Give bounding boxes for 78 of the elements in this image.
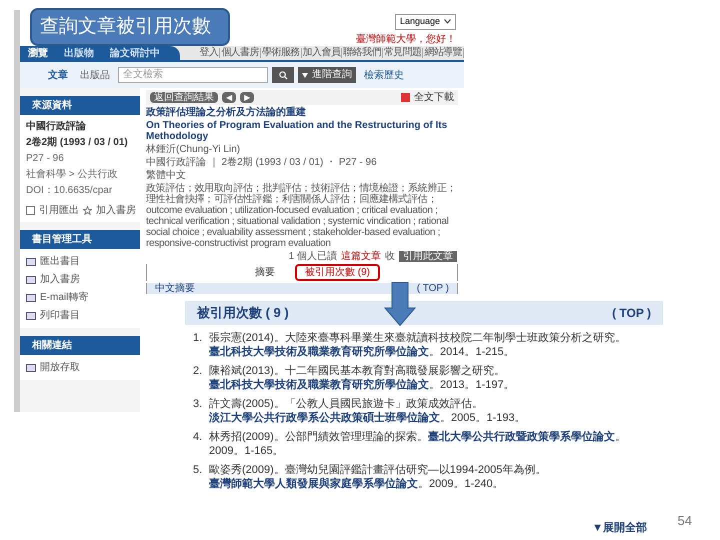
source-detail: DOI：10.6635/cpar [26, 184, 114, 198]
abstract-title: 中文摘要 [155, 283, 195, 294]
top-link[interactable]: 聯絡我們 [342, 48, 383, 58]
content-tab[interactable]: 被引用次數 (9) [295, 264, 380, 281]
citation-text: 許文壽(2005)。「公教人員國民旅遊卡」政策成效評估。 淡江大學公共行政學系公共政策碩士班學位論文。2005。1-193。 [209, 397, 527, 425]
cite-button[interactable]: 引用此文章 [399, 251, 457, 262]
citation-source-link[interactable]: 臺灣師範大學人類發展與家庭學系學位論文 [209, 478, 418, 490]
citation-number: 4. [193, 430, 204, 445]
pdf-icon [401, 93, 410, 102]
previous-button[interactable]: ◀ [222, 92, 236, 103]
welcome-text: 臺灣師範大學，您好！ [356, 32, 456, 46]
citation-source-link[interactable]: 臺北大學公共行政暨政策學系學位論文 [428, 431, 615, 443]
citation-text: 林秀招(2009)。公部門績效管理理論的探索。臺北大學公共行政暨政策學系學位論文。2009。1-165。 [209, 430, 627, 458]
scope-tab[interactable]: 文章 [44, 68, 72, 82]
panel-title: 來源資料 [20, 96, 140, 115]
top-link[interactable]: 登入 [198, 48, 220, 58]
top-link[interactable]: ( TOP ) [612, 304, 651, 322]
citation-source-link[interactable]: 臺北科技大學技術及職業教育研究所學位論文 [209, 379, 429, 391]
panel-title: 相關連結 [20, 336, 140, 355]
tool-icon [26, 364, 36, 372]
content-tab[interactable]: 摘要 [247, 266, 283, 279]
document-icon [26, 206, 35, 215]
search-icon [278, 70, 288, 80]
next-button[interactable]: ▶ [240, 92, 254, 103]
top-link[interactable]: 常見問題 [382, 48, 424, 58]
citation-text: 張宗憲(2014)。大陸來臺專科畢業生來臺就讀科技校院二年制學士班政策分析之研究。 臺北科技大學技術及職業教育研究所學位論文。2014。1-215。 [209, 331, 627, 359]
citation-source-link[interactable]: 淡江大學公共行政學系公共政策碩士班學位論文 [209, 412, 440, 424]
source-text: 中國行政評論 ｜ 2卷2期 (1993 / 03 / 01) ・ P27 - 96 [146, 157, 378, 168]
top-link[interactable]: ( TOP ) [416, 283, 449, 294]
author-text: 林鍾沂(Chung-Yi Lin) [146, 144, 242, 155]
download-link[interactable]: 全文下載 [401, 92, 454, 103]
panel-title: 書目管理工具 [20, 230, 140, 249]
tool-link[interactable]: 匯出書目 [26, 253, 134, 270]
citation-number: 3. [193, 397, 204, 412]
citation-source-link[interactable]: 臺北科技大學技術及職業教育研究所學位論文 [209, 346, 429, 358]
top-link[interactable]: 學術服務 [260, 48, 302, 58]
language-text: 繁體中文 [146, 170, 187, 181]
language-select[interactable]: Language [394, 14, 456, 30]
citation-number: 5. [193, 463, 204, 478]
slide-title: 查詢文章被引用次數 [30, 8, 230, 46]
source-detail: 中國行政評論 [26, 120, 87, 134]
article-title-english: On Theories of Program Evaluation and the Restructuring of Its Methodology [146, 120, 448, 142]
tool-link[interactable]: 列印書目 [26, 307, 134, 324]
keywords-text: 政策評估；效用取向評估；批判評估；技術評估；情境檢證；系統辨正；理性社會抉擇；可評估性評鑑；利害關係人評估；回應建構式評估；outcome evaluation ; utilization-focused evaluation ; critical evaluation ; technical verification ; situational validation ; systemic vindication ; rational social choice ; evaluability assessment ; stakeholder-based evaluation ; responsive-constructivist program evaluation [146, 183, 458, 249]
source-detail: 社會科學 > 公共行政 [26, 168, 118, 182]
source-detail: 2卷2期 (1993 / 03 / 01) [26, 136, 129, 150]
tool-link[interactable]: 開放存取 [26, 359, 134, 376]
nav-tab[interactable]: 論文研討中 [102, 46, 168, 60]
article-link[interactable]: 這篇文章 [341, 251, 381, 262]
back-button[interactable]: 返回查詢結果 [150, 92, 218, 103]
top-link[interactable]: 加入會員 [302, 48, 342, 58]
expand-all-link[interactable]: ▼展開全部 [592, 520, 647, 536]
readers-text: 1 個人已讀 [288, 251, 337, 262]
citation-text: 陳裕斌(2013)。十二年國民基本教育對高職發展影響之研究。 臺北科技大學技術及職業教育研究所學位論文。2013。1-197。 [209, 364, 516, 392]
star-icon [83, 206, 92, 215]
tool-link[interactable]: 加入書房 [26, 271, 134, 288]
caret-down-icon [302, 72, 308, 78]
citation-number: 1. [193, 331, 204, 346]
search-button[interactable] [272, 67, 294, 83]
tool-link[interactable]: E-mail轉寄 [26, 289, 134, 306]
down-arrow-drawing [384, 282, 416, 326]
nav-tab[interactable]: 出版物 [56, 46, 102, 60]
history-link[interactable]: 檢索歷史 [364, 68, 404, 82]
top-link[interactable]: 個人書房 [220, 48, 261, 58]
citations-title: 被引用次數 ( 9 ) [197, 304, 289, 322]
nav-tab[interactable]: 瀏覽 [20, 46, 56, 60]
citation-number: 2. [193, 364, 204, 379]
citation-text: 歐姿秀(2009)。臺灣幼兒園評鑑計畫評估研究—以1994-2005年為例。 臺灣師範大學人類發展與家庭學系學位論文。2009。1-240。 [209, 463, 548, 491]
export-link[interactable]: 引用匯出 [26, 203, 79, 218]
source-detail: P27 - 96 [26, 152, 65, 166]
chevron-down-icon [444, 19, 451, 24]
scope-tab[interactable]: 出版品 [76, 68, 114, 82]
advanced-search-button[interactable]: 進階查詢 [298, 67, 356, 83]
readers-tail: 收 [385, 251, 395, 262]
add-link[interactable]: 加入書房 [83, 203, 136, 218]
top-link[interactable]: 網站導覽 [423, 48, 464, 58]
page-number: 54 [678, 512, 692, 530]
article-title: 政策評估理論之分析及方法論的重建 [146, 107, 307, 118]
